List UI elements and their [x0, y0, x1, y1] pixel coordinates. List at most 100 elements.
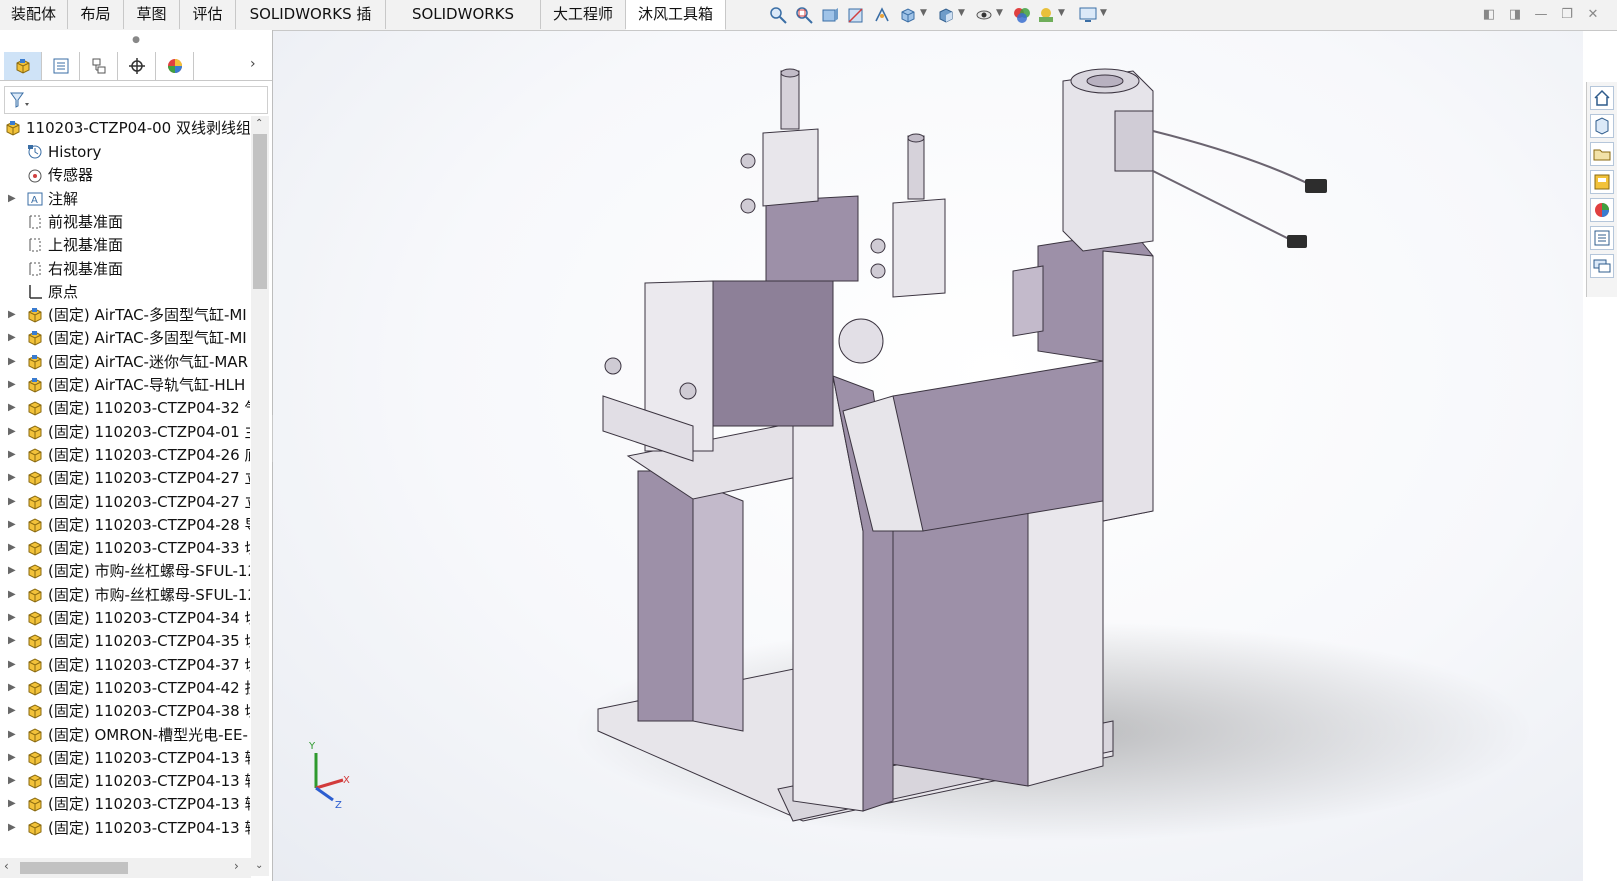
zoom-to-fit-icon[interactable] — [768, 5, 788, 25]
tile-left-icon[interactable]: ◧ — [1480, 6, 1498, 24]
dynamic-annotation-icon[interactable] — [872, 5, 892, 25]
home-icon[interactable] — [1590, 86, 1614, 110]
tab-engineer[interactable]: 大工程师 — [541, 0, 626, 29]
property-manager-tab[interactable] — [42, 52, 80, 80]
tab-sketch[interactable]: 草图 — [124, 0, 180, 29]
tree-item[interactable]: ▶ (固定) 110203-CTZP04-13 轴 — [0, 792, 250, 816]
tree-item[interactable]: ▶ (固定) 市购-丝杠螺母-SFUL-12 — [0, 559, 250, 583]
scroll-up-icon[interactable]: ⌃ — [255, 118, 263, 129]
expand-arrow-icon[interactable]: ▶ — [8, 373, 16, 397]
tree-item[interactable]: 前视基准面 — [0, 210, 250, 234]
view-settings-icon[interactable] — [1078, 5, 1098, 25]
configuration-manager-tab[interactable] — [80, 52, 118, 80]
custom-properties-icon[interactable] — [1590, 226, 1614, 250]
tree-item[interactable]: History — [0, 140, 250, 164]
tree-item[interactable]: 传感器 — [0, 163, 250, 187]
tree-item[interactable]: ▶ (固定) AirTAC-迷你气缸-MAR — [0, 350, 250, 374]
tree-item[interactable]: ▶ (固定) AirTAC-导轨气缸-HLH — [0, 373, 250, 397]
expand-arrow-icon[interactable]: ▶ — [8, 396, 16, 420]
restore-icon[interactable]: ❐ — [1558, 6, 1576, 24]
tree-item[interactable]: ▶ (固定) 110203-CTZP04-01 主 — [0, 420, 250, 444]
tree-item[interactable]: ▶ A 注解 — [0, 187, 250, 211]
display-manager-tab[interactable] — [156, 52, 194, 80]
tree-item[interactable]: ▶ (固定) 110203-CTZP04-26 底 — [0, 443, 250, 467]
tree-item[interactable]: 右视基准面 — [0, 257, 250, 281]
appearances-icon[interactable] — [1590, 198, 1614, 222]
forum-icon[interactable] — [1590, 254, 1614, 278]
graphics-area[interactable]: Y X Z — [273, 31, 1583, 881]
feature-manager-tab[interactable] — [4, 52, 42, 80]
edit-appearance-icon[interactable] — [1012, 5, 1032, 25]
expand-arrow-icon[interactable]: ▶ — [8, 350, 16, 374]
expand-arrow-icon[interactable]: ▶ — [8, 699, 16, 723]
tree-item[interactable]: ▶ (固定) 110203-CTZP04-27 立 — [0, 490, 250, 514]
tree-item[interactable]: ▶ (固定) 110203-CTZP04-13 轴 — [0, 769, 250, 793]
scroll-left-icon[interactable]: ‹ — [4, 859, 9, 873]
file-explorer-icon[interactable] — [1590, 142, 1614, 166]
tree-item[interactable]: ▶ (固定) AirTAC-多固型气缸-MI — [0, 303, 250, 327]
expand-arrow-icon[interactable]: ▶ — [8, 676, 16, 700]
tab-solidworks-addins[interactable]: SOLIDWORKS 插件 — [236, 0, 386, 52]
expand-arrow-icon[interactable]: ▶ — [8, 490, 16, 514]
zoom-area-icon[interactable] — [794, 5, 814, 25]
tree-item[interactable]: ▶ (固定) 110203-CTZP04-27 立 — [0, 466, 250, 490]
chevron-down-icon[interactable]: ▼ — [1058, 8, 1065, 18]
section-view-icon[interactable] — [846, 5, 866, 25]
tile-right-icon[interactable]: ◨ — [1506, 6, 1524, 24]
view-orientation-icon[interactable] — [898, 5, 918, 25]
view-palette-icon[interactable] — [1590, 170, 1614, 194]
dimxpert-manager-tab[interactable] — [118, 52, 156, 80]
tree-item[interactable]: ▶ (固定) OMRON-槽型光电-EE- — [0, 723, 250, 747]
expand-arrow-icon[interactable]: ▶ — [8, 816, 16, 840]
display-style-icon[interactable] — [936, 5, 956, 25]
scroll-right-icon[interactable]: › — [234, 859, 239, 873]
expand-arrow-icon[interactable]: ▶ — [8, 326, 16, 350]
design-library-icon[interactable] — [1590, 114, 1614, 138]
tree-item[interactable]: ▶ (固定) 110203-CTZP04-28 导 — [0, 513, 250, 537]
expand-arrow-icon[interactable]: ▶ — [8, 746, 16, 770]
tab-evaluate[interactable]: 评估 — [180, 0, 236, 29]
expand-arrow-icon[interactable]: ▶ — [8, 723, 16, 747]
chevron-down-icon[interactable]: ▼ — [958, 8, 965, 18]
panel-grip-icon[interactable]: ● — [0, 30, 272, 50]
expand-arrow-icon[interactable]: ▶ — [8, 792, 16, 816]
tree-item[interactable]: ▶ (固定) 110203-CTZP04-13 轴 — [0, 746, 250, 770]
minimize-icon[interactable]: — — [1532, 6, 1550, 24]
chevron-down-icon[interactable]: ▼ — [996, 8, 1003, 18]
chevron-down-icon[interactable]: ▼ — [920, 8, 927, 18]
tree-item[interactable]: ▶ (固定) 110203-CTZP04-33 切 — [0, 536, 250, 560]
tree-item[interactable]: ▶ (固定) 110203-CTZP04-42 护 — [0, 676, 250, 700]
tree-vertical-scrollbar[interactable]: ⌃ ⌄ — [251, 116, 269, 876]
expand-arrow-icon[interactable]: ▶ — [8, 513, 16, 537]
tree-item[interactable]: ▶ (固定) 110203-CTZP04-32 气 — [0, 396, 250, 420]
tree-item[interactable]: ▶ (固定) AirTAC-多固型气缸-MI — [0, 326, 250, 350]
chevron-down-icon[interactable]: ▼ — [1100, 8, 1107, 18]
hide-show-icon[interactable] — [974, 5, 994, 25]
expand-arrow-icon[interactable]: ▶ — [8, 187, 16, 211]
tree-item[interactable]: ▶ (固定) 110203-CTZP04-37 切 — [0, 653, 250, 677]
tree-item[interactable]: 原点 — [0, 280, 250, 304]
expand-arrow-icon[interactable]: ▶ — [8, 629, 16, 653]
tree-root-assembly[interactable]: 110203-CTZP04-00 双线剥线组件 — [0, 116, 250, 140]
expand-arrow-icon[interactable]: ▶ — [8, 420, 16, 444]
close-icon[interactable]: ✕ — [1584, 6, 1602, 24]
tree-item[interactable]: ▶ (固定) 市购-丝杠螺母-SFUL-12 — [0, 583, 250, 607]
tab-assembly[interactable]: 装配体 — [0, 0, 68, 29]
expand-arrow-icon[interactable]: ▶ — [8, 583, 16, 607]
chevron-right-icon[interactable]: › — [250, 56, 256, 72]
previous-view-icon[interactable] — [820, 5, 840, 25]
tab-mufeng-toolbox[interactable]: 沐风工具箱 — [626, 0, 726, 30]
tree-filter[interactable] — [4, 86, 268, 114]
tree-item[interactable]: ▶ (固定) 110203-CTZP04-38 切 — [0, 699, 250, 723]
expand-arrow-icon[interactable]: ▶ — [8, 466, 16, 490]
expand-arrow-icon[interactable]: ▶ — [8, 559, 16, 583]
tree-item[interactable]: ▶ (固定) 110203-CTZP04-13 轴 — [0, 816, 250, 840]
scroll-down-icon[interactable]: ⌄ — [255, 860, 263, 871]
expand-arrow-icon[interactable]: ▶ — [8, 303, 16, 327]
expand-arrow-icon[interactable]: ▶ — [8, 769, 16, 793]
tab-layout[interactable]: 布局 — [68, 0, 124, 29]
expand-arrow-icon[interactable]: ▶ — [8, 606, 16, 630]
apply-scene-icon[interactable] — [1036, 5, 1056, 25]
expand-arrow-icon[interactable]: ▶ — [8, 536, 16, 560]
expand-arrow-icon[interactable]: ▶ — [8, 443, 16, 467]
